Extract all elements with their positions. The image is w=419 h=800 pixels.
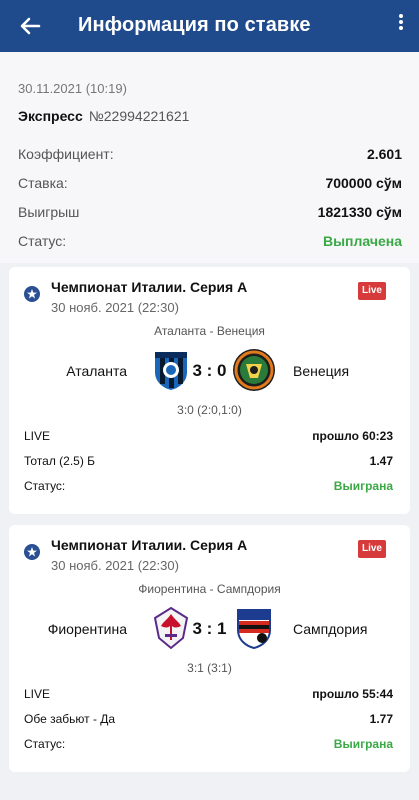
stake-row: Ставка: 700000 сўм bbox=[18, 175, 402, 191]
stake-label: Ставка: bbox=[18, 175, 68, 191]
score-detail: 3:1 (3:1) bbox=[187, 661, 232, 675]
bet-label: Обе забьют - Да bbox=[24, 712, 116, 726]
winnings-row: Выигрыш 1821330 сўм bbox=[18, 204, 402, 220]
match-state-row: LIVE прошло 60:23 bbox=[24, 429, 393, 443]
state-label: LIVE bbox=[24, 429, 51, 443]
event-status-value: Выиграна bbox=[333, 479, 393, 493]
status-row: Статус: Выплачена bbox=[18, 233, 402, 249]
league-icon bbox=[24, 286, 40, 302]
live-badge: Live bbox=[358, 282, 386, 300]
league-name: Чемпионат Италии. Серия А bbox=[51, 279, 248, 295]
state-label: LIVE bbox=[24, 687, 51, 701]
coefficient-value: 2.601 bbox=[366, 146, 402, 162]
event-status-label: Статус: bbox=[24, 737, 66, 751]
stake-value: 700000 сўм bbox=[325, 175, 402, 191]
league-icon bbox=[24, 544, 40, 560]
bet-odds: 1.47 bbox=[369, 454, 393, 468]
page-title: Информация по ставке bbox=[78, 14, 311, 36]
bet-odds: 1.77 bbox=[369, 712, 393, 726]
sampdoria-logo-icon bbox=[237, 609, 271, 650]
bet-type: Экспресс №22994221621 bbox=[18, 108, 189, 124]
away-team: Венеция bbox=[293, 363, 350, 379]
bet-date: 30.11.2021 (10:19) bbox=[18, 81, 127, 96]
match-pair: Аталанта - Венеция bbox=[154, 324, 265, 338]
bet-summary: 30.11.2021 (10:19) Экспресс №22994221621 … bbox=[0, 52, 419, 263]
event-card[interactable]: Чемпионат Италии. Серия А 30 нояб. 2021 … bbox=[9, 525, 410, 772]
event-status-value: Выиграна bbox=[333, 737, 393, 751]
express-label: Экспресс bbox=[18, 108, 83, 124]
event-status-label: Статус: bbox=[24, 479, 66, 493]
bet-label: Тотал (2.5) Б bbox=[24, 454, 96, 468]
event-status-row: Статус: Выиграна bbox=[24, 479, 393, 493]
live-badge: Live bbox=[358, 540, 386, 558]
coefficient-row: Коэффициент: 2.601 bbox=[18, 146, 402, 162]
status-label: Статус: bbox=[18, 233, 67, 249]
match-pair: Фиорентина - Сампдория bbox=[138, 582, 281, 596]
winnings-value: 1821330 сўм bbox=[317, 204, 402, 220]
bet-row: Обе забьют - Да 1.77 bbox=[24, 712, 393, 726]
away-team: Сампдория bbox=[293, 621, 368, 637]
winnings-label: Выигрыш bbox=[18, 204, 80, 220]
match-date: 30 нояб. 2021 (22:30) bbox=[51, 558, 179, 573]
express-number: №22994221621 bbox=[88, 108, 190, 124]
state-value: прошло 60:23 bbox=[312, 429, 393, 443]
event-status-row: Статус: Выиграна bbox=[24, 737, 393, 751]
bet-row: Тотал (2.5) Б 1.47 bbox=[24, 454, 393, 468]
match-date: 30 нояб. 2021 (22:30) bbox=[51, 300, 179, 315]
score: 3 : 0 bbox=[192, 361, 227, 380]
app-bar: Информация по ставке bbox=[0, 0, 419, 52]
event-card[interactable]: Чемпионат Италии. Серия А 30 нояб. 2021 … bbox=[9, 267, 410, 514]
league-name: Чемпионат Италии. Серия А bbox=[51, 537, 248, 553]
more-vert-icon[interactable] bbox=[395, 12, 407, 40]
venezia-logo-icon bbox=[233, 349, 275, 391]
score-detail: 3:0 (2:0,1:0) bbox=[177, 403, 242, 417]
back-arrow-icon[interactable] bbox=[14, 10, 46, 42]
state-value: прошло 55:44 bbox=[312, 687, 393, 701]
coefficient-label: Коэффициент: bbox=[18, 146, 114, 162]
match-state-row: LIVE прошло 55:44 bbox=[24, 687, 393, 701]
status-value: Выплачена bbox=[322, 233, 402, 249]
